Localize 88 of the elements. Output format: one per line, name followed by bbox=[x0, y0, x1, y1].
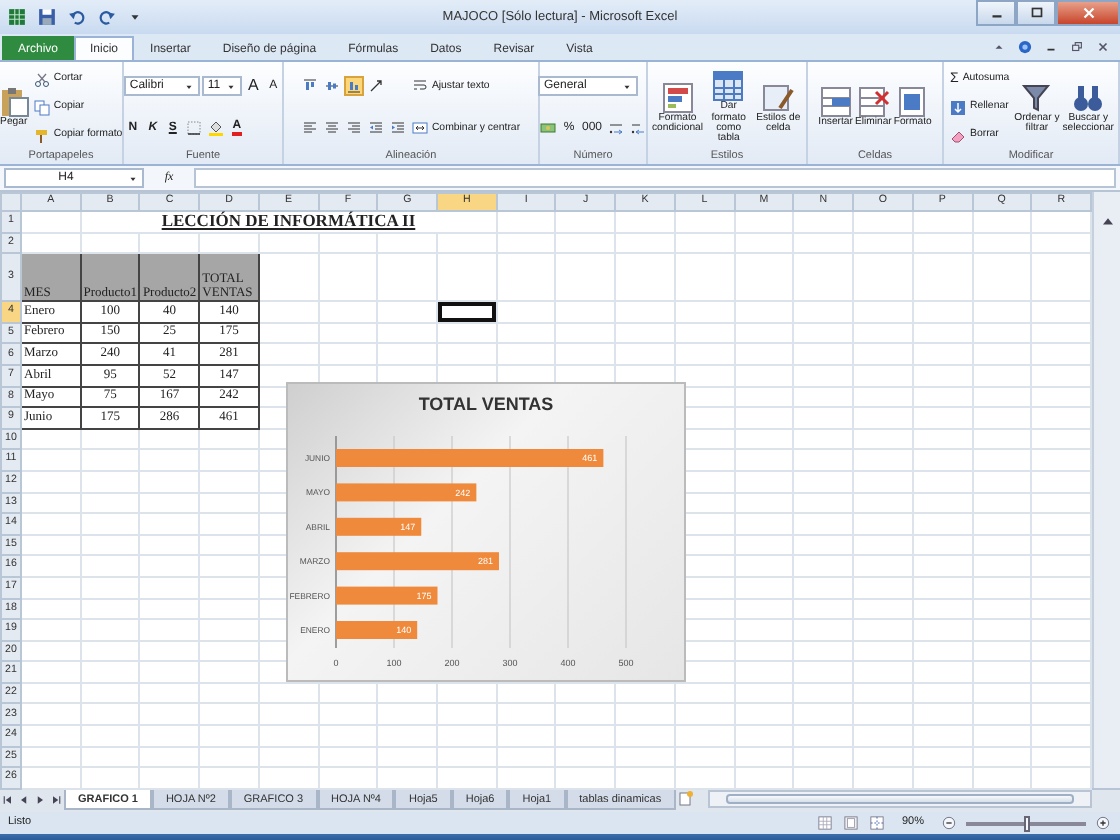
cell-style-icon bbox=[762, 81, 795, 114]
conditional-format-icon bbox=[661, 81, 694, 114]
wrap-text-icon bbox=[411, 78, 428, 95]
caret-icon bbox=[127, 173, 138, 183]
maximize-icon bbox=[1027, 4, 1045, 22]
help-button[interactable] bbox=[1016, 40, 1034, 54]
caret-icon bbox=[226, 81, 237, 92]
delete-cells-icon bbox=[857, 86, 890, 119]
indent-decrease-icon bbox=[367, 120, 384, 137]
caret-icon bbox=[622, 81, 632, 92]
ribbon-button[interactable] bbox=[183, 118, 204, 139]
zoom-out-button[interactable] bbox=[940, 816, 958, 830]
horizontal-scrollbar[interactable] bbox=[707, 790, 1092, 808]
selected-cell[interactable] bbox=[437, 301, 497, 323]
view-button[interactable] bbox=[867, 816, 886, 830]
sheet-nav-button[interactable] bbox=[0, 790, 16, 810]
formula-input[interactable] bbox=[194, 168, 1116, 188]
first-arrow-icon bbox=[2, 794, 14, 806]
caret-icon bbox=[128, 10, 142, 24]
view-button[interactable] bbox=[815, 816, 834, 830]
scissors-icon bbox=[33, 71, 50, 88]
quick-access-button[interactable] bbox=[66, 8, 88, 26]
save-icon bbox=[38, 8, 56, 26]
new-sheet-icon bbox=[677, 790, 694, 806]
collapse-icon bbox=[992, 40, 1006, 54]
undo-icon bbox=[68, 8, 86, 26]
app-menu-button[interactable] bbox=[6, 8, 28, 26]
ribbon-button[interactable] bbox=[205, 118, 226, 139]
page-layout-icon bbox=[843, 816, 858, 830]
maximize-button[interactable] bbox=[1016, 0, 1056, 26]
down-arrow-icon bbox=[950, 99, 966, 116]
align-center-icon bbox=[323, 120, 340, 137]
chart-title: TOTAL VENTAS bbox=[416, 392, 556, 418]
workbook-restore-button[interactable] bbox=[1068, 40, 1086, 54]
merge-cells-icon bbox=[411, 120, 428, 137]
vertical-scrollbar[interactable] bbox=[1092, 192, 1120, 788]
bar bbox=[336, 483, 477, 502]
sheet-nav-button[interactable] bbox=[48, 790, 64, 810]
slider-thumb[interactable] bbox=[1023, 815, 1029, 831]
increase-decimal-icon bbox=[608, 120, 625, 137]
border-icon bbox=[185, 120, 202, 137]
workbook-close-button[interactable] bbox=[1094, 40, 1112, 54]
plus-icon bbox=[1096, 816, 1110, 830]
diagonal-arrow-icon bbox=[367, 78, 384, 95]
sheet-title: LECCIÓN DE INFORMÁTICA II bbox=[161, 210, 416, 231]
table-icon bbox=[712, 70, 745, 103]
caret-icon bbox=[183, 81, 194, 92]
align-right-icon bbox=[345, 120, 362, 137]
last-arrow-icon bbox=[50, 794, 62, 806]
close-button[interactable] bbox=[1056, 0, 1120, 26]
bar bbox=[336, 621, 418, 639]
minus-icon bbox=[942, 816, 956, 830]
bar bbox=[336, 586, 438, 605]
copy-icon bbox=[33, 99, 50, 116]
format-cells-icon bbox=[896, 86, 929, 119]
binoculars-icon bbox=[1072, 81, 1105, 114]
help-icon bbox=[1018, 40, 1032, 54]
redo-icon bbox=[98, 8, 116, 26]
ribbon-button[interactable]: A bbox=[244, 76, 263, 97]
quick-access-button[interactable] bbox=[96, 8, 118, 26]
align-middle-icon bbox=[323, 78, 340, 95]
quick-access-button[interactable] bbox=[126, 10, 144, 24]
eraser-icon bbox=[950, 127, 966, 144]
insert-cells-icon bbox=[819, 86, 852, 119]
money-icon bbox=[540, 120, 556, 137]
ribbon-button[interactable] bbox=[365, 76, 386, 97]
normal-view-icon bbox=[817, 816, 832, 830]
left-arrow-icon bbox=[18, 794, 30, 806]
view-button[interactable] bbox=[841, 816, 860, 830]
clipboard-icon bbox=[0, 86, 30, 119]
bar bbox=[336, 517, 422, 536]
page-break-icon bbox=[869, 816, 884, 830]
align-left-icon bbox=[301, 120, 318, 137]
quick-access-button[interactable] bbox=[36, 8, 58, 26]
brush-icon bbox=[33, 127, 50, 144]
align-bottom-icon bbox=[345, 78, 362, 95]
decrease-decimal-icon bbox=[630, 120, 647, 137]
close-icon bbox=[1096, 40, 1110, 54]
paint-bucket-icon bbox=[207, 120, 224, 137]
close-icon bbox=[1079, 4, 1097, 22]
right-arrow-icon bbox=[34, 794, 46, 806]
funnel-icon bbox=[1020, 81, 1053, 114]
grid-icon bbox=[8, 8, 26, 26]
align-top-icon bbox=[301, 78, 318, 95]
collapse-ribbon-button[interactable] bbox=[990, 40, 1008, 54]
zoom-in-button[interactable] bbox=[1094, 816, 1112, 830]
restore-icon bbox=[1070, 40, 1084, 54]
indent-increase-icon bbox=[389, 120, 406, 137]
